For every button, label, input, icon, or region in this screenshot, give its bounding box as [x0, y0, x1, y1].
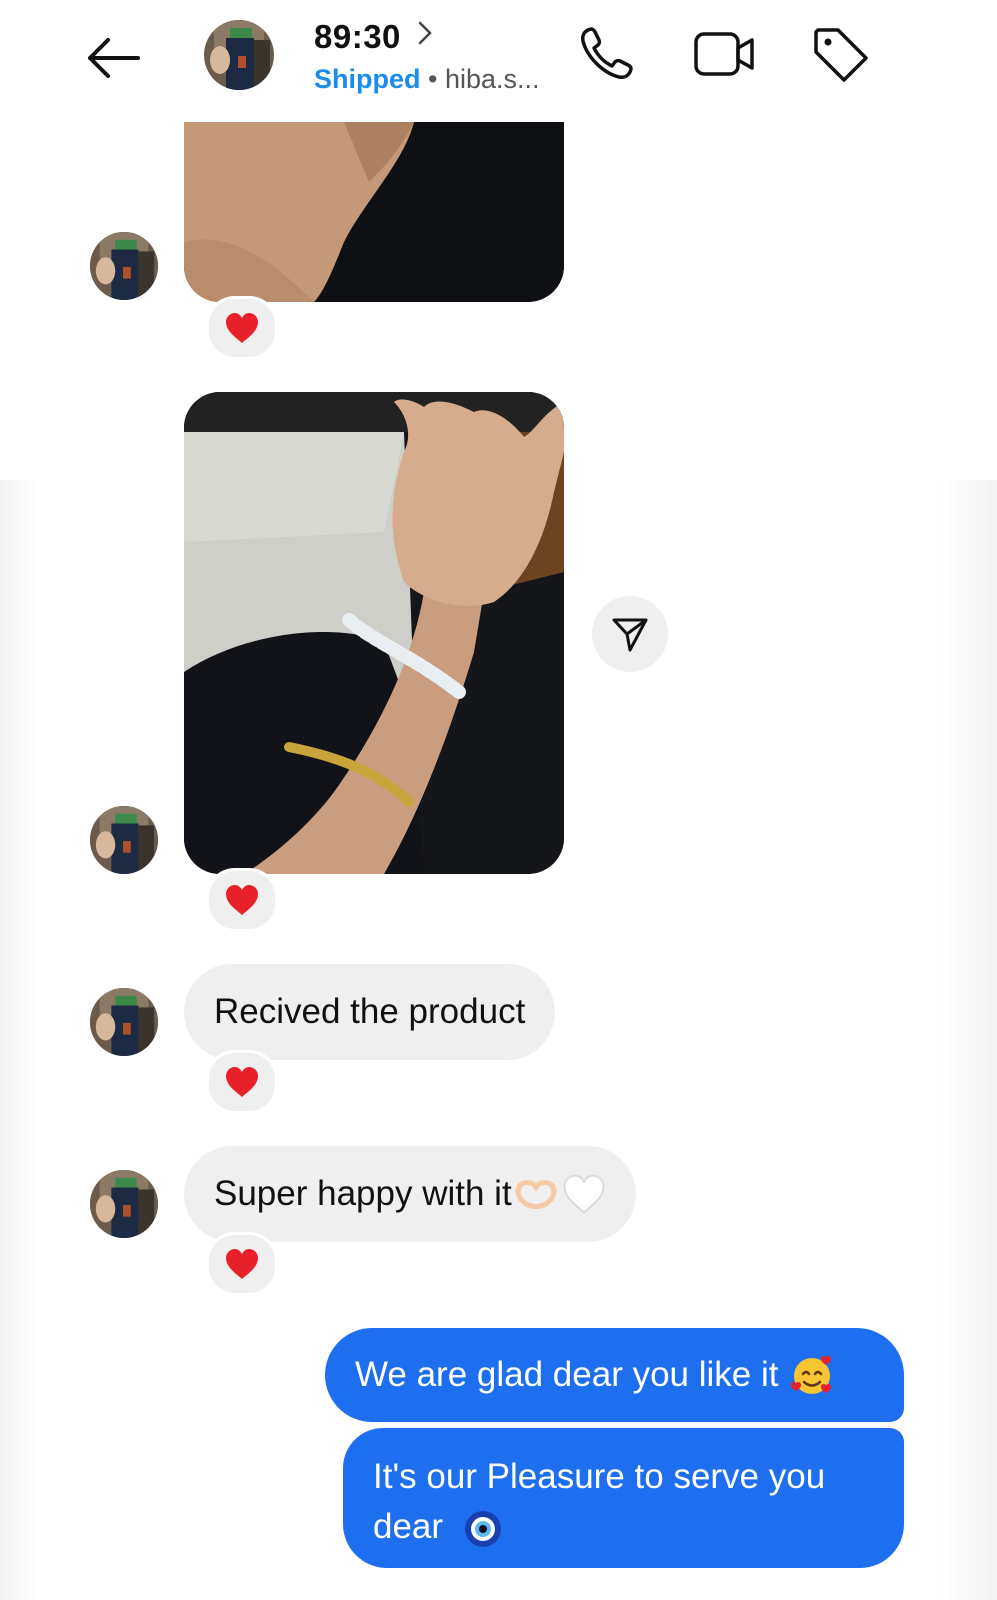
- chat-title[interactable]: 89:30: [314, 18, 401, 56]
- video-call-button[interactable]: [690, 22, 760, 86]
- call-button[interactable]: [574, 22, 638, 86]
- sender-avatar[interactable]: [90, 988, 158, 1056]
- wrist-photo: [184, 122, 564, 302]
- avatar-photo: [90, 232, 158, 300]
- outgoing-message-bubble[interactable]: It's our Pleasure to serve you dear: [343, 1428, 904, 1568]
- back-button[interactable]: [78, 28, 148, 88]
- share-button[interactable]: [592, 596, 668, 672]
- photo-message[interactable]: [184, 122, 564, 302]
- avatar-photo: [90, 1170, 158, 1238]
- avatar-photo: [90, 988, 158, 1056]
- tag-button[interactable]: [808, 22, 872, 86]
- incoming-message-bubble[interactable]: Recived the product: [184, 964, 556, 1060]
- contact-avatar[interactable]: [204, 20, 274, 90]
- message-text: We are glad dear you like it: [355, 1355, 779, 1394]
- bracelet-photo: [184, 392, 564, 874]
- video-camera-icon: [694, 32, 754, 76]
- message-text: Recived the product: [214, 992, 526, 1031]
- avatar-photo: [204, 20, 274, 90]
- avatar-photo: [90, 806, 158, 874]
- nazar-amulet-emoji: [464, 1510, 501, 1547]
- arrow-left-icon: [88, 38, 140, 78]
- outgoing-message-bubble[interactable]: We are glad dear you like it: [325, 1328, 904, 1422]
- tag-icon: [814, 28, 868, 82]
- red-heart-icon: [226, 885, 258, 915]
- order-status: Shipped: [314, 64, 421, 94]
- smiling-face-with-hearts-emoji: [791, 1355, 832, 1394]
- red-heart-icon: [226, 1067, 258, 1097]
- phone-icon: [581, 27, 633, 79]
- reaction-badge[interactable]: [206, 1050, 278, 1114]
- sender-avatar[interactable]: [90, 806, 158, 874]
- incoming-message-bubble[interactable]: Super happy with it: [184, 1146, 636, 1242]
- photo-message[interactable]: [184, 392, 564, 874]
- white-heart-emoji: [563, 1174, 605, 1214]
- message-text: Super happy with it: [214, 1174, 512, 1213]
- message-text: It's our Pleasure to serve you dear: [373, 1457, 826, 1546]
- background-shade-left: [0, 480, 40, 1600]
- reaction-badge[interactable]: [206, 868, 278, 932]
- reaction-badge[interactable]: [206, 296, 278, 360]
- red-heart-icon: [226, 313, 258, 343]
- chevron-right-icon[interactable]: [417, 20, 433, 53]
- reaction-badge[interactable]: [206, 1232, 278, 1296]
- username: hiba.s...: [444, 64, 540, 94]
- heart-hands-emoji: [515, 1180, 557, 1209]
- sender-avatar[interactable]: [90, 1170, 158, 1238]
- red-heart-icon: [226, 1249, 258, 1279]
- background-shade-right: [937, 480, 997, 1600]
- send-icon: [612, 618, 648, 652]
- separator-dot: •: [428, 64, 438, 94]
- chat-subtitle[interactable]: Shipped • hiba.s...: [314, 64, 540, 95]
- sender-avatar[interactable]: [90, 232, 158, 300]
